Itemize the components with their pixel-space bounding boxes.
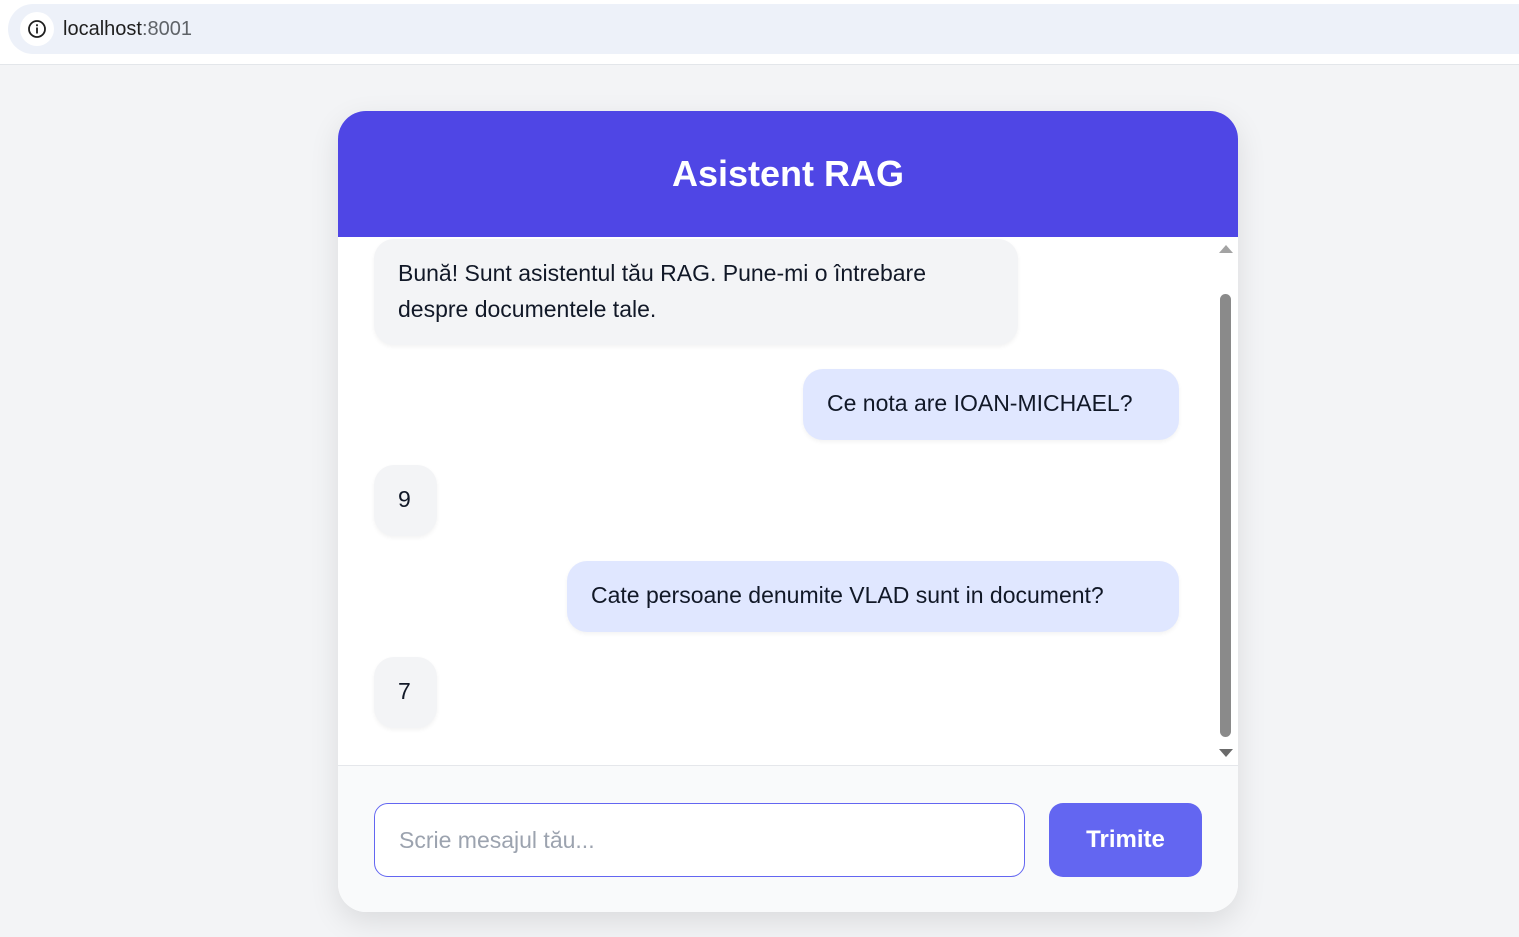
bot-message: Bună! Sunt asistentul tău RAG. Pune-mi o… <box>374 239 1018 345</box>
composer: Trimite <box>338 765 1238 912</box>
site-info-button[interactable] <box>20 12 54 46</box>
message-input[interactable] <box>374 803 1025 877</box>
scroll-up-arrow-icon[interactable] <box>1219 245 1233 253</box>
bot-message: 7 <box>374 657 437 728</box>
user-message: Cate persoane denumite VLAD sunt in docu… <box>567 561 1179 632</box>
bot-message: 9 <box>374 465 437 536</box>
user-message: Ce nota are IOAN-MICHAEL? <box>803 369 1179 440</box>
info-icon <box>28 20 46 38</box>
scroll-down-arrow-icon[interactable] <box>1219 749 1233 757</box>
chat-header: Asistent RAG <box>338 111 1238 237</box>
url-port: :8001 <box>141 18 192 40</box>
message-list[interactable]: Bună! Sunt asistentul tău RAG. Pune-mi o… <box>338 237 1238 765</box>
chat-container: Asistent RAG Bună! Sunt asistentul tău R… <box>338 111 1238 912</box>
message-scrollbar[interactable] <box>1214 237 1238 765</box>
send-button[interactable]: Trimite <box>1049 803 1202 877</box>
scroll-thumb[interactable] <box>1220 294 1231 737</box>
chat-title: Asistent RAG <box>671 153 905 194</box>
address-bar[interactable]: localhost:8001 <box>8 4 1519 54</box>
browser-toolbar: localhost:8001 <box>0 0 1519 65</box>
url-text[interactable]: localhost:8001 <box>63 18 192 40</box>
url-host: localhost <box>63 18 142 40</box>
